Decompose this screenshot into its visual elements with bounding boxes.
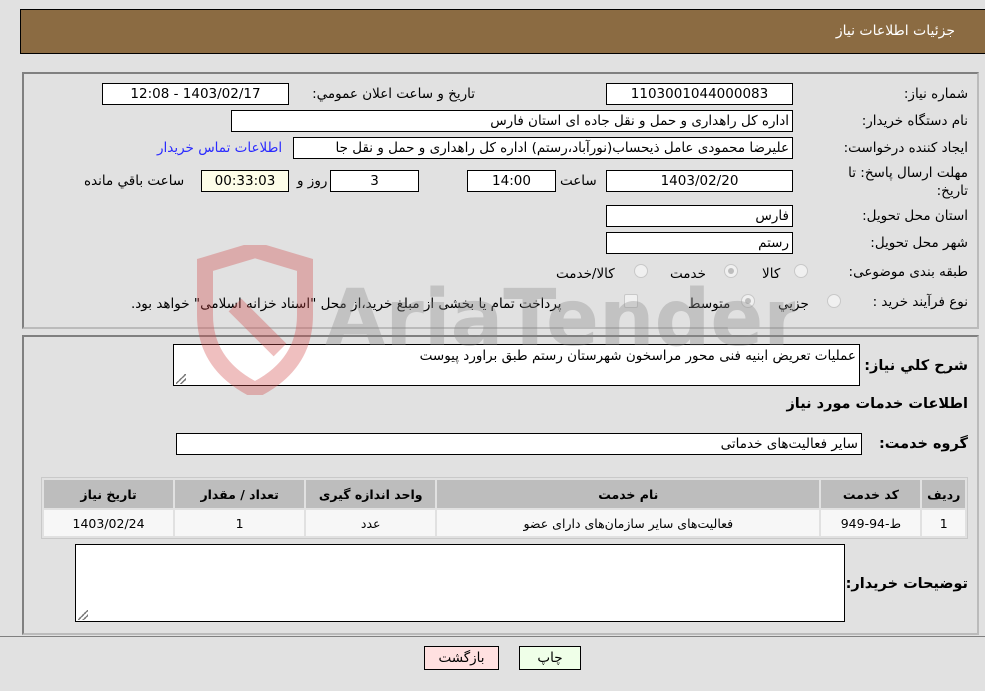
need-number-field: 1103001044000083 [606, 83, 793, 105]
col-unit: واحد اندازه گيری [306, 480, 436, 508]
col-service-code: کد خدمت [821, 480, 921, 508]
category-goods-label: کالا [762, 266, 781, 282]
cell-need-date: 1403/02/24 [44, 510, 174, 536]
resize-grip-icon[interactable] [176, 374, 186, 384]
back-button[interactable]: بازگشت [424, 646, 499, 670]
services-heading: اطلاعات خدمات مورد نياز [786, 396, 968, 412]
service-group-label: گروه خدمت: [878, 436, 968, 452]
days-label: روز و [297, 173, 328, 189]
print-button[interactable]: چاپ [519, 646, 581, 670]
delivery-province-field: فارس [606, 205, 793, 227]
buyer-notes-label: توضيحات خريدار: [845, 576, 968, 592]
page-header: جزئیات اطلاعات نیاز [20, 9, 985, 54]
cell-service-name: فعالیت‌های سایر سازمان‌های دارای عضو [437, 510, 820, 536]
delivery-city-field: رستم [606, 232, 793, 254]
category-goods-service-radio[interactable] [634, 264, 648, 278]
deadline-label: مهلت ارسال پاسخ: تا تاریخ: [848, 165, 968, 199]
deadline-time-label: ساعت [560, 173, 597, 189]
delivery-city-label: شهر محل تحويل: [870, 235, 968, 251]
process-medium-label: متوسط [688, 296, 731, 312]
category-service-radio[interactable] [724, 264, 738, 278]
process-medium-radio[interactable] [741, 294, 755, 308]
services-table: رديف کد خدمت نام خدمت واحد اندازه گيری ت… [41, 477, 968, 539]
announce-datetime-field: 1403/02/17 - 12:08 [102, 83, 289, 105]
resize-grip-icon[interactable] [78, 610, 88, 620]
cell-service-code: ط-94-949 [821, 510, 921, 536]
requester-label: ايجاد کننده درخواست: [843, 140, 968, 156]
announce-datetime-label: تاریخ و ساعت اعلان عمومي: [312, 86, 475, 102]
purchase-process-label: نوع فرآيند خريد : [872, 294, 968, 310]
buyer-org-field: اداره کل راهداری و حمل و نقل جاده ای است… [231, 110, 793, 132]
days-remaining-field: 3 [330, 170, 419, 192]
category-label: طبقه بندی موضوعی: [848, 264, 968, 280]
description-textarea[interactable]: عملیات تعریض ابنیه فنی محور مراسخون شهرس… [173, 344, 860, 386]
delivery-province-label: استان محل تحويل: [862, 208, 968, 224]
treasury-note: پرداخت تمام یا بخشی از مبلغ خرید،از محل … [131, 296, 562, 312]
col-service-name: نام خدمت [437, 480, 820, 508]
cell-row-number: 1 [922, 510, 965, 536]
time-remaining-label: ساعت باقي مانده [84, 173, 185, 189]
buyer-contact-link[interactable]: اطلاعات تماس خريدار [157, 140, 282, 156]
time-remaining-field: 00:33:03 [201, 170, 289, 192]
col-quantity: تعداد / مقدار [175, 480, 305, 508]
col-need-date: تاريخ نياز [44, 480, 174, 508]
requester-field: علیرضا محمودی عامل ذیحساب(نورآباد،رستم) … [293, 137, 793, 159]
deadline-date-field: 1403/02/20 [606, 170, 793, 192]
cell-quantity: 1 [175, 510, 305, 536]
footer-divider [0, 636, 985, 637]
deadline-time-field: 14:00 [467, 170, 556, 192]
process-minor-label: جزيي [778, 296, 809, 312]
col-row-number: رديف [922, 480, 965, 508]
table-row: 1 ط-94-949 فعالیت‌های سایر سازمان‌های دا… [44, 510, 965, 536]
category-goods-radio[interactable] [794, 264, 808, 278]
treasury-checkbox[interactable] [624, 294, 638, 308]
table-header-row: رديف کد خدمت نام خدمت واحد اندازه گيری ت… [44, 480, 965, 508]
buyer-org-label: نام دستگاه خريدار: [861, 113, 968, 129]
process-minor-radio[interactable] [827, 294, 841, 308]
category-goods-service-label: کالا/خدمت [556, 266, 615, 282]
cell-unit: عدد [306, 510, 436, 536]
page-title: جزئیات اطلاعات نیاز [835, 23, 955, 39]
description-label: شرح کلي نياز: [864, 358, 968, 374]
description-text: عملیات تعریض ابنیه فنی محور مراسخون شهرس… [419, 348, 856, 364]
category-service-label: خدمت [670, 266, 706, 282]
buyer-notes-textarea[interactable] [75, 544, 845, 622]
service-group-field: سایر فعالیت‌های خدماتی [176, 433, 862, 455]
need-number-label: شماره نیاز: [903, 86, 968, 102]
